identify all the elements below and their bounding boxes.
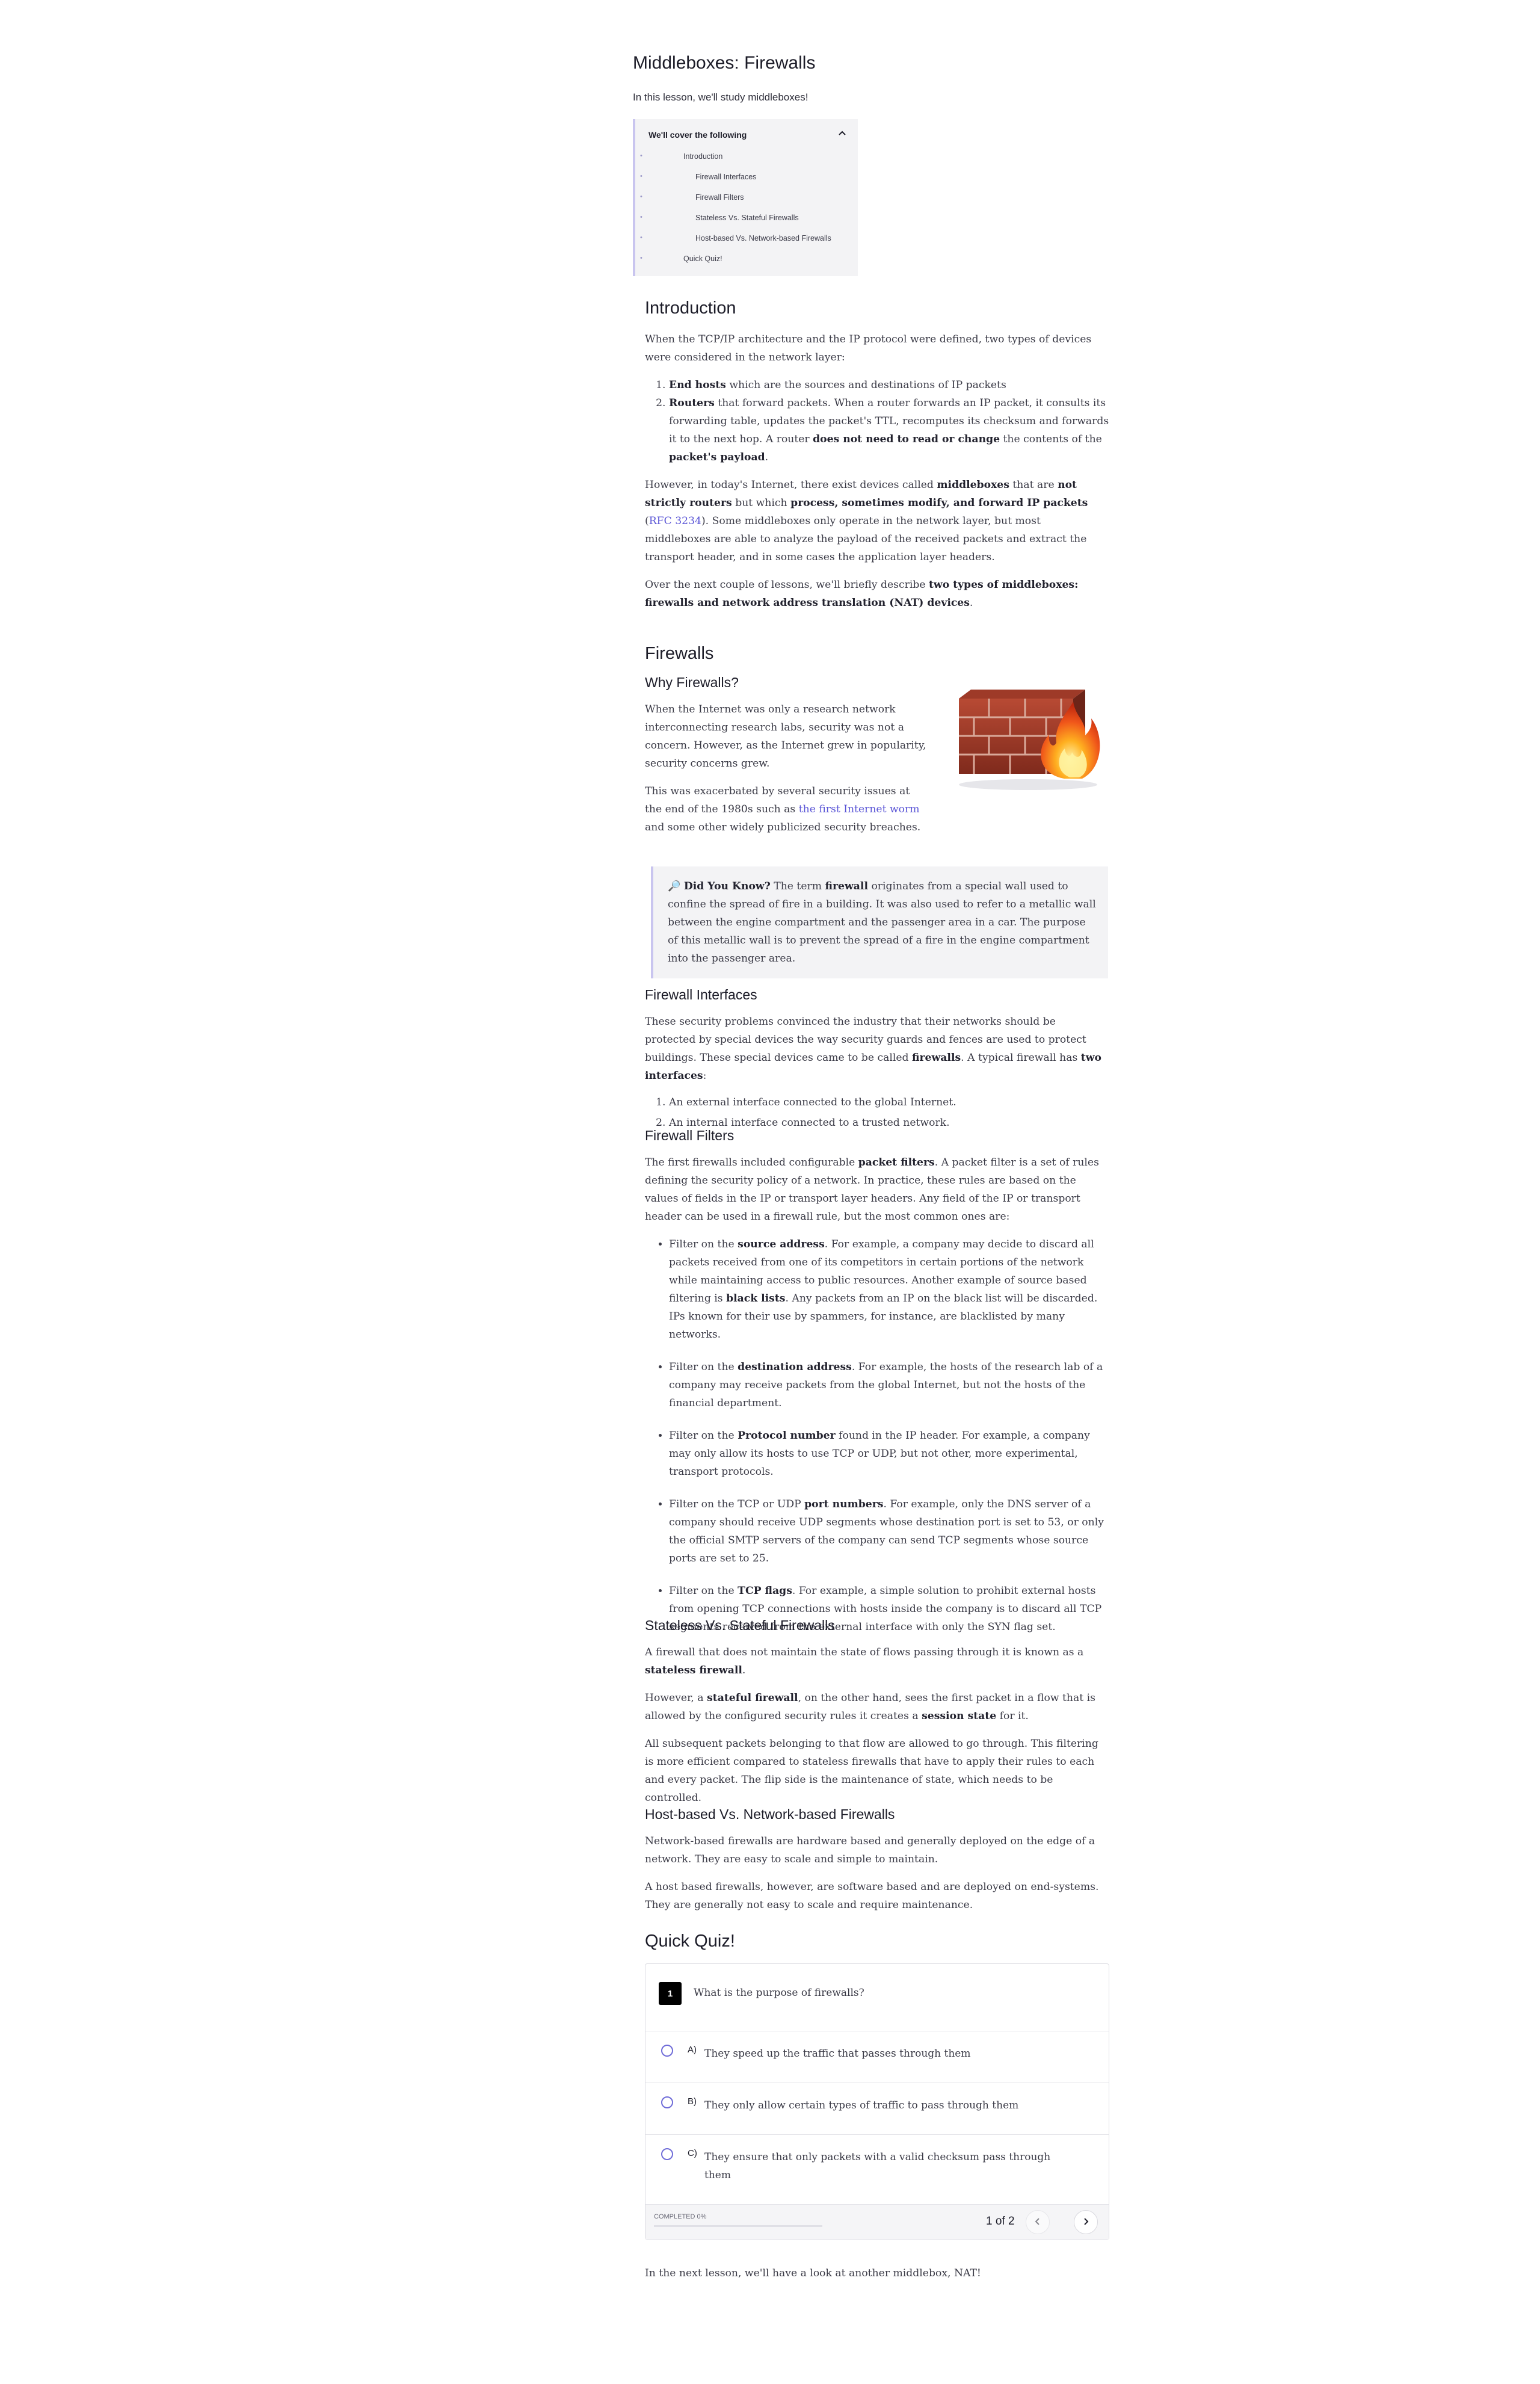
lesson-header: Middleboxes: Firewalls In this lesson, w…: [633, 53, 1114, 276]
section-stateless-stateful: Stateless Vs. Stateful Firewalls A firew…: [645, 1617, 1109, 1807]
filters-paragraph: The first firewalls included configurabl…: [645, 1156, 1099, 1223]
intro-paragraph-1: When the TCP/IP architecture and the IP …: [645, 333, 1092, 363]
firewall-illustration: [953, 678, 1103, 794]
question-text: What is the purpose of firewalls?: [694, 1987, 864, 1999]
list-item: Filter on the Protocol number found in t…: [669, 1427, 1109, 1481]
toc-item-firewall-filters[interactable]: Firewall Filters: [640, 193, 847, 202]
intro-device-list: End hosts which are the sources and dest…: [645, 376, 1109, 466]
option-letter: C): [688, 2148, 697, 2158]
lesson-title: Middleboxes: Firewalls: [633, 53, 816, 73]
progress-bar: [654, 2225, 822, 2227]
list-item: Filter on the source address. For exampl…: [669, 1235, 1109, 1344]
list-item: Routers that forward packets. When a rou…: [669, 394, 1109, 466]
quiz-footer: COMPLETED 0% 1 of 2: [645, 2205, 1109, 2240]
filters-list: Filter on the source address. For exampl…: [645, 1235, 1109, 1636]
chevron-right-icon: [1082, 2217, 1090, 2228]
completed-label: COMPLETED 0%: [654, 2213, 707, 2220]
list-item: Filter on the TCP or UDP port numbers. F…: [669, 1495, 1109, 1567]
toc-item-stateless-stateful[interactable]: Stateless Vs. Stateful Firewalls: [640, 214, 847, 222]
option-text: They speed up the traffic that passes th…: [704, 2048, 971, 2060]
toc-item-quick-quiz[interactable]: Quick Quiz!: [640, 255, 847, 263]
stateful-paragraph-2: However, a stateful firewall, on the oth…: [645, 1692, 1095, 1722]
list-item: End hosts which are the sources and dest…: [669, 376, 1109, 394]
rfc-3234-link[interactable]: RFC 3234: [649, 515, 701, 527]
hostbased-paragraph-1: Network-based firewalls are hardware bas…: [645, 1835, 1095, 1865]
pagination-label: 1 of 2: [986, 2215, 1015, 2228]
radio-button[interactable]: [661, 2148, 673, 2160]
toc-item-host-network[interactable]: Host-based Vs. Network-based Firewalls: [640, 234, 847, 242]
chevron-up-icon[interactable]: [837, 129, 847, 140]
callout-text: 🔎 Did You Know? The term firewall origin…: [668, 880, 1096, 965]
lesson-subtitle: In this lesson, we'll study middleboxes!: [633, 91, 808, 103]
stateful-paragraph-1: A firewall that does not maintain the st…: [645, 1646, 1084, 1676]
option-letter: A): [688, 2045, 697, 2055]
stateless-stateful-heading: Stateless Vs. Stateful Firewalls: [645, 1617, 835, 1633]
section-firewalls: Firewalls Why Firewalls? When the Intern…: [645, 644, 1109, 978]
intro-paragraph-2: However, in today's Internet, there exis…: [645, 479, 1088, 563]
toc-heading: We'll cover the following: [648, 129, 747, 140]
intro-paragraph-3: Over the next couple of lessons, we'll b…: [645, 579, 1079, 609]
option-text: They ensure that only packets with a val…: [704, 2151, 1051, 2181]
firewall-interfaces-heading: Firewall Interfaces: [645, 987, 757, 1002]
introduction-heading: Introduction: [645, 298, 736, 318]
quiz-option-a[interactable]: A) They speed up the traffic that passes…: [645, 2031, 1109, 2083]
quiz-option-b[interactable]: B) They only allow certain types of traf…: [645, 2083, 1109, 2135]
list-item: Filter on the destination address. For e…: [669, 1358, 1109, 1412]
stateful-paragraph-3: All subsequent packets belonging to that…: [645, 1738, 1098, 1804]
firewall-filters-heading: Firewall Filters: [645, 1128, 735, 1143]
toc-toggle[interactable]: We'll cover the following: [648, 129, 847, 140]
section-firewall-interfaces: Firewall Interfaces These security probl…: [645, 987, 1109, 1132]
toc-item-introduction[interactable]: Introduction: [640, 152, 847, 161]
list-item: An external interface connected to the g…: [669, 1093, 1109, 1111]
radio-button[interactable]: [661, 2045, 673, 2057]
section-quick-quiz: Quick Quiz! 1 What is the purpose of fir…: [645, 1932, 1109, 2282]
quiz-widget: 1 What is the purpose of firewalls? A) T…: [645, 1963, 1109, 2240]
section-introduction: Introduction When the TCP/IP architectur…: [645, 298, 1109, 612]
did-you-know-callout: 🔎 Did You Know? The term firewall origin…: [651, 866, 1108, 978]
quiz-question: 1 What is the purpose of firewalls?: [645, 1964, 1109, 2031]
chevron-left-icon: [1033, 2217, 1042, 2228]
why-paragraph-1: When the Internet was only a research ne…: [645, 703, 926, 770]
toc-item-firewall-interfaces[interactable]: Firewall Interfaces: [640, 173, 847, 181]
interfaces-list: An external interface connected to the g…: [645, 1093, 1109, 1132]
quiz-option-c[interactable]: C) They ensure that only packets with a …: [645, 2135, 1109, 2205]
hostbased-paragraph-2: A host based firewalls, however, are sof…: [645, 1881, 1099, 1911]
why-paragraph-2: This was exacerbated by several security…: [645, 785, 921, 833]
firewalls-heading: Firewalls: [645, 644, 714, 663]
radio-button[interactable]: [661, 2096, 673, 2108]
option-text: They only allow certain types of traffic…: [704, 2099, 1019, 2111]
next-button[interactable]: [1074, 2210, 1098, 2234]
option-letter: B): [688, 2096, 697, 2107]
internet-worm-link[interactable]: the first Internet worm: [799, 803, 920, 815]
host-network-heading: Host-based Vs. Network-based Firewalls: [645, 1806, 895, 1822]
question-number-badge: 1: [659, 1982, 682, 2005]
closing-paragraph: In the next lesson, we'll have a look at…: [645, 2267, 981, 2279]
magnifier-icon: 🔎: [668, 880, 681, 892]
table-of-contents: We'll cover the following Introduction F…: [633, 119, 858, 276]
section-firewall-filters: Firewall Filters The first firewalls inc…: [645, 1128, 1109, 1651]
previous-button[interactable]: [1026, 2210, 1050, 2234]
quick-quiz-heading: Quick Quiz!: [645, 1932, 735, 1951]
section-host-network: Host-based Vs. Network-based Firewalls N…: [645, 1806, 1109, 1914]
interfaces-paragraph: These security problems convinced the in…: [645, 1016, 1101, 1082]
